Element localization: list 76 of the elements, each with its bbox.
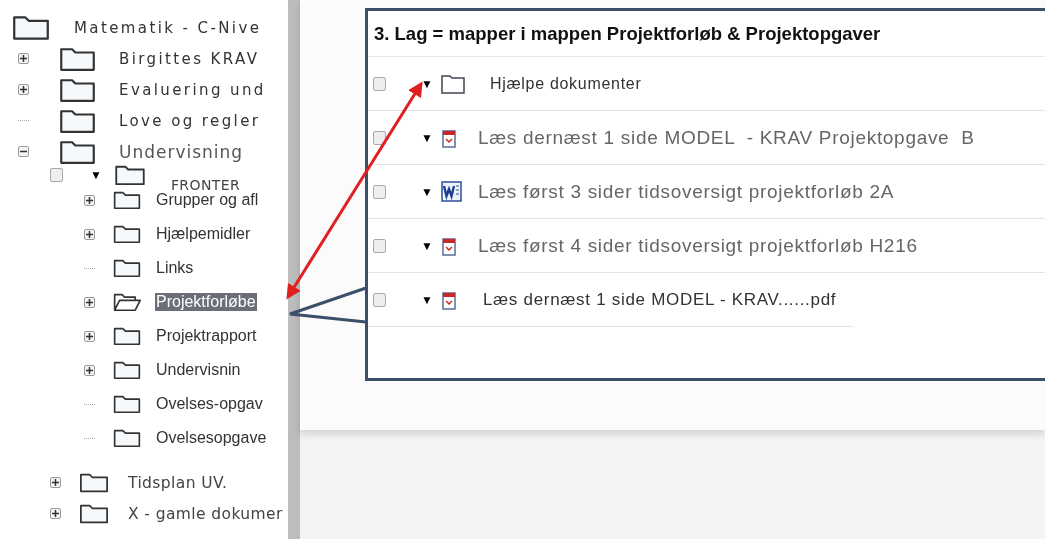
- tree-item[interactable]: FRONTER: [169, 177, 242, 193]
- word-document-icon: [440, 180, 463, 203]
- folder-icon: [59, 76, 96, 103]
- tree-item[interactable]: Birgittes KRAV: [118, 49, 261, 68]
- plus-icon: [86, 298, 93, 306]
- folder-icon: [59, 45, 96, 72]
- folder-icon: [79, 472, 109, 493]
- collapse-toggle[interactable]: [18, 146, 29, 157]
- callout-title: 3. Lag = mapper i mappen Projektforløb & Projektopgaver: [368, 11, 1045, 57]
- folder-icon: [113, 224, 141, 244]
- tree-item[interactable]: Ovelses-opgav: [155, 395, 264, 413]
- checkbox[interactable]: [50, 168, 63, 182]
- tree-item[interactable]: Undervisnin: [155, 361, 242, 379]
- plus-icon: [52, 479, 59, 486]
- pdf-file-icon: [440, 235, 457, 256]
- plus-icon: [86, 332, 93, 340]
- checkbox[interactable]: [373, 130, 386, 145]
- scrollbar[interactable]: [288, 0, 300, 539]
- expand-arrow[interactable]: ▼: [421, 238, 433, 253]
- folder-icon: [113, 164, 146, 186]
- file-name[interactable]: Læs dernæst 1 side MODEL - KRAV......pdf: [482, 289, 837, 310]
- plus-icon: [52, 510, 59, 517]
- tree-item[interactable]: Grupper og afl: [155, 191, 260, 209]
- tree-item[interactable]: Evaluering und: [118, 80, 267, 99]
- checkbox[interactable]: [373, 292, 386, 307]
- expand-toggle[interactable]: [84, 330, 95, 342]
- expand-toggle[interactable]: [84, 296, 95, 308]
- file-name[interactable]: Læs først 3 sider tidsoversigt projektforløb 2A: [477, 180, 895, 203]
- expand-toggle[interactable]: [18, 84, 29, 95]
- file-name[interactable]: Læs først 4 sider tidsoversigt projektforløb H216: [477, 234, 918, 257]
- folder-icon: [59, 138, 96, 165]
- file-name[interactable]: Hjælpe dokumenter: [489, 74, 642, 93]
- open-folder-icon: [113, 292, 141, 312]
- tree-item[interactable]: Tidsplan UV.: [127, 473, 229, 492]
- tree-item[interactable]: Hjælpemidler: [155, 225, 252, 243]
- folder-icon: [12, 14, 50, 41]
- expand-arrow[interactable]: ▼: [90, 168, 102, 182]
- folder-icon: [113, 428, 141, 448]
- folder-icon: [79, 503, 109, 524]
- expand-arrow[interactable]: ▼: [421, 76, 433, 91]
- expand-toggle[interactable]: [50, 477, 61, 488]
- expand-toggle[interactable]: [18, 53, 29, 64]
- checkbox[interactable]: [373, 76, 386, 91]
- expand-toggle[interactable]: [84, 364, 95, 376]
- tree-item[interactable]: Projektforløbe: [155, 293, 257, 311]
- plus-icon: [86, 196, 93, 204]
- plus-icon: [86, 366, 93, 374]
- folder-icon: [113, 326, 141, 346]
- expand-arrow[interactable]: ▼: [421, 130, 433, 145]
- plus-icon: [86, 230, 93, 238]
- checkbox[interactable]: [373, 184, 386, 199]
- folder-icon: [59, 107, 96, 134]
- expand-arrow[interactable]: ▼: [421, 184, 433, 199]
- tree-item[interactable]: Projektrapport: [155, 327, 258, 345]
- folder-icon: [113, 258, 141, 278]
- plus-icon: [20, 55, 27, 62]
- tree-item[interactable]: Ovelsesopgave: [155, 429, 268, 447]
- expand-toggle[interactable]: [50, 508, 61, 519]
- folder-icon: [113, 190, 141, 210]
- tree-item[interactable]: Matematik - C-Nive: [73, 18, 263, 37]
- tree-item[interactable]: Undervisning: [118, 141, 245, 162]
- checkbox[interactable]: [373, 238, 386, 253]
- pdf-file-icon: [440, 289, 457, 310]
- pdf-file-icon: [440, 127, 457, 148]
- folder-icon: [113, 394, 141, 414]
- file-name[interactable]: Læs dernæst 1 side MODEL - KRAV Projektopgave B: [477, 126, 975, 149]
- plus-icon: [20, 86, 27, 93]
- expand-toggle[interactable]: [84, 228, 95, 240]
- minus-icon: [20, 148, 27, 155]
- folder-icon: [113, 360, 141, 380]
- expand-arrow[interactable]: ▼: [421, 292, 433, 307]
- tree-item[interactable]: Links: [155, 259, 195, 277]
- tree-item[interactable]: X - gamle dokumer: [127, 504, 284, 523]
- expand-toggle[interactable]: [84, 194, 95, 206]
- folder-icon: [440, 73, 465, 94]
- tree-item[interactable]: Love og regler: [118, 111, 262, 130]
